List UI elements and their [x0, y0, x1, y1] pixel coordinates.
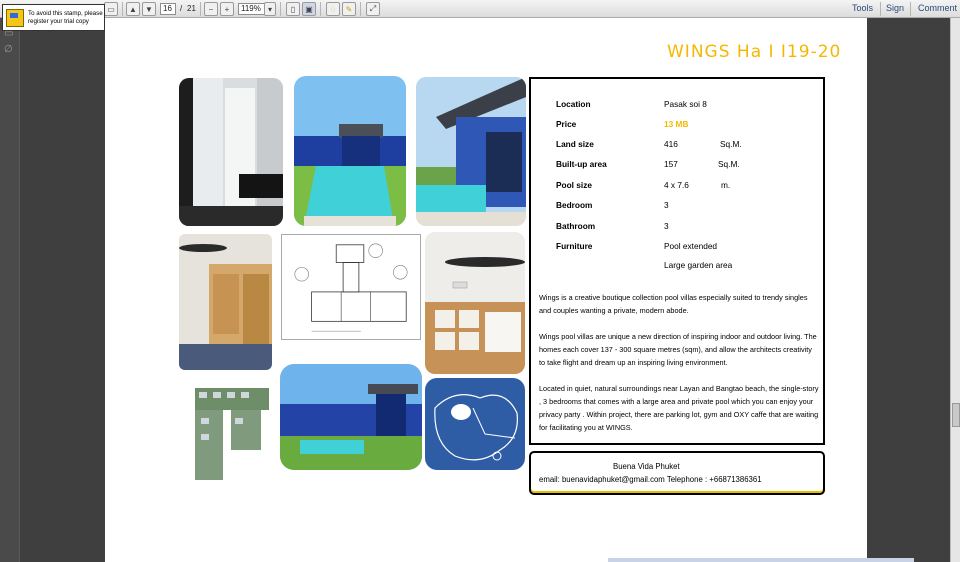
comment-bubble-icon[interactable]: ◌: [326, 2, 340, 16]
detail-value: Pasak soi 8: [664, 99, 707, 109]
highlight-icon[interactable]: ✎: [342, 2, 356, 16]
detail-value: 4 x 7.6: [664, 180, 689, 190]
contact-name: Buena Vida Phuket: [613, 462, 680, 471]
pdf-toolbar: ▭ ▲ ▼ 16 / 21 − + 119% ▾ ▯ ▣ ◌ ✎ ⤢ Tools…: [0, 0, 960, 18]
detail-row-furniture-extra: Large garden area: [556, 260, 816, 271]
fit-width-icon[interactable]: ▣: [302, 2, 316, 16]
comment-link[interactable]: Comment: [918, 3, 957, 13]
toolbar-separator: [200, 2, 201, 16]
toolbar-separator: [320, 2, 321, 16]
toolbar-separator: [910, 2, 911, 16]
stamp-text: To avoid this stamp, please register you…: [28, 10, 103, 26]
detail-value: Large garden area: [664, 260, 733, 270]
trial-stamp-notice[interactable]: To avoid this stamp, please register you…: [2, 4, 105, 31]
horizontal-scrollbar[interactable]: [608, 558, 914, 562]
detail-unit: Sq.M.: [718, 159, 740, 169]
navigation-pane: ▭ ∅: [0, 18, 20, 562]
zoom-dropdown-chevron-down-icon[interactable]: ▾: [264, 2, 276, 16]
page-title: WINGS Ha I I19-20: [667, 42, 842, 62]
toolbar-separator: [360, 2, 361, 16]
description-paragraph: Located in quiet, natural surroundings n…: [539, 384, 819, 432]
scrollbar-thumb[interactable]: [952, 403, 960, 427]
fit-page-icon[interactable]: ▯: [286, 2, 300, 16]
photo-bedroom-fan: [179, 234, 272, 370]
detail-label: Bedroom: [556, 200, 593, 210]
next-page-button[interactable]: ▼: [142, 2, 156, 16]
zoom-level-input[interactable]: 119%: [238, 3, 266, 15]
detail-label: Pool size: [556, 180, 592, 190]
detail-label: Land size: [556, 139, 594, 149]
photo-pool-front: [294, 76, 406, 226]
contact-panel: Buena Vida Phuket email: buenavidaphuket…: [529, 451, 825, 495]
detail-unit: Sq.M.: [720, 139, 742, 149]
detail-unit: m.: [721, 180, 731, 190]
toolbar-separator: [280, 2, 281, 16]
detail-row-price: Price 13 MB: [556, 119, 816, 130]
tools-link[interactable]: Tools: [852, 3, 873, 13]
detail-value: 13 MB: [664, 119, 689, 129]
sign-link[interactable]: Sign: [886, 3, 904, 13]
description-paragraph: Wings pool villas are unique a new direc…: [539, 332, 817, 367]
zoom-in-button[interactable]: +: [220, 2, 234, 16]
page-separator: /: [180, 4, 183, 13]
photo-villa-side: [416, 77, 526, 226]
photo-site-plan: [195, 378, 269, 480]
detail-row-location: Location Pasak soi 8: [556, 99, 816, 110]
previous-page-button[interactable]: ▲: [126, 2, 140, 16]
detail-label: Price: [556, 119, 577, 129]
stamp-line: register your trial copy: [28, 17, 89, 25]
property-details-panel: Location Pasak soi 8 Price 13 MB Land si…: [529, 77, 825, 445]
stamp-line: To avoid this stamp, please: [28, 9, 103, 17]
toolbar-view-icon[interactable]: ▭: [104, 2, 118, 16]
zoom-out-button[interactable]: −: [204, 2, 218, 16]
photo-floor-plan: [281, 234, 421, 340]
photo-living-fan: [425, 232, 525, 374]
detail-row-land-size: Land size 416 Sq.M.: [556, 139, 816, 150]
detail-label: Bathroom: [556, 221, 596, 231]
detail-value: 3: [664, 221, 669, 231]
detail-row-bathroom: Bathroom 3: [556, 221, 816, 232]
detail-value: 416: [664, 139, 678, 149]
detail-label: Location: [556, 99, 591, 109]
toolbar-separator: [880, 2, 881, 16]
photo-bathroom: [179, 78, 283, 226]
toolbar-separator: [122, 2, 123, 16]
page-number-input[interactable]: 16: [160, 3, 176, 15]
photo-pool-exterior: [280, 364, 422, 470]
detail-label: Furniture: [556, 241, 593, 251]
description-paragraph: Wings is a creative boutique collection …: [539, 293, 808, 315]
vertical-scrollbar[interactable]: [950, 18, 960, 562]
stamp-icon: [6, 8, 24, 27]
attachment-paperclip-icon[interactable]: ∅: [4, 44, 16, 56]
fullscreen-icon[interactable]: ⤢: [366, 2, 380, 16]
detail-row-furniture: Furniture Pool extended: [556, 241, 816, 252]
contact-details: email: buenavidaphuket@gmail.com Telepho…: [539, 475, 762, 484]
detail-label: Built-up area: [556, 159, 607, 169]
detail-value: 157: [664, 159, 678, 169]
page-total: 21: [187, 4, 196, 13]
detail-row-pool-size: Pool size 4 x 7.6 m.: [556, 180, 816, 191]
detail-value: 3: [664, 200, 669, 210]
detail-row-bedroom: Bedroom 3: [556, 200, 816, 211]
detail-row-built-up-area: Built-up area 157 Sq.M.: [556, 159, 816, 170]
photo-location-map: [425, 378, 525, 470]
document-page: WINGS Ha I I19-20 Location Pasak soi 8 P…: [105, 18, 867, 562]
detail-value: Pool extended: [664, 241, 718, 251]
